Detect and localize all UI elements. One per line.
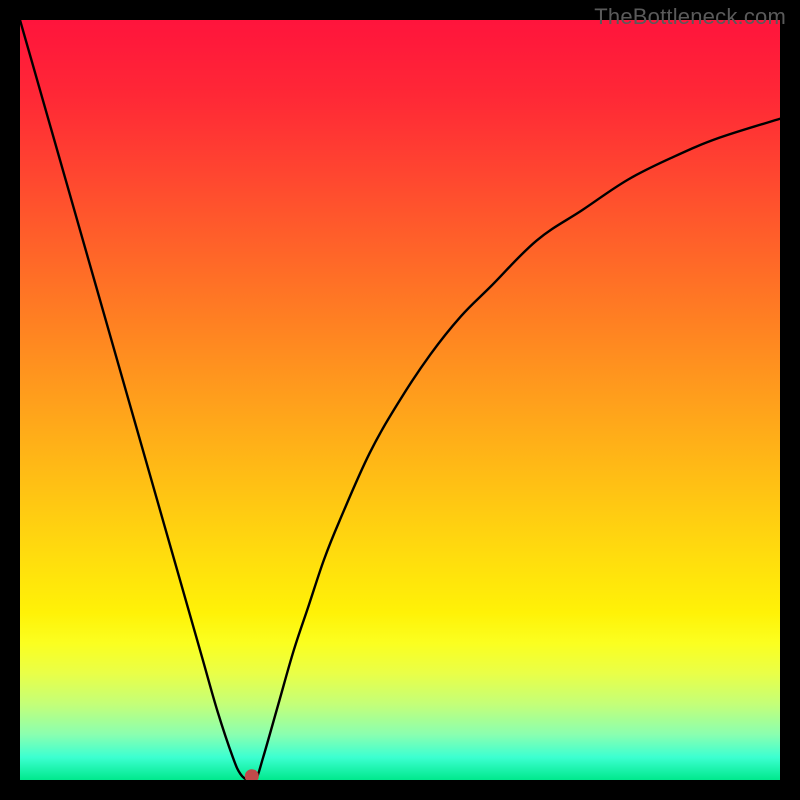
watermark-text: TheBottleneck.com bbox=[594, 4, 786, 30]
bottleneck-chart bbox=[20, 20, 780, 780]
chart-container bbox=[20, 20, 780, 780]
